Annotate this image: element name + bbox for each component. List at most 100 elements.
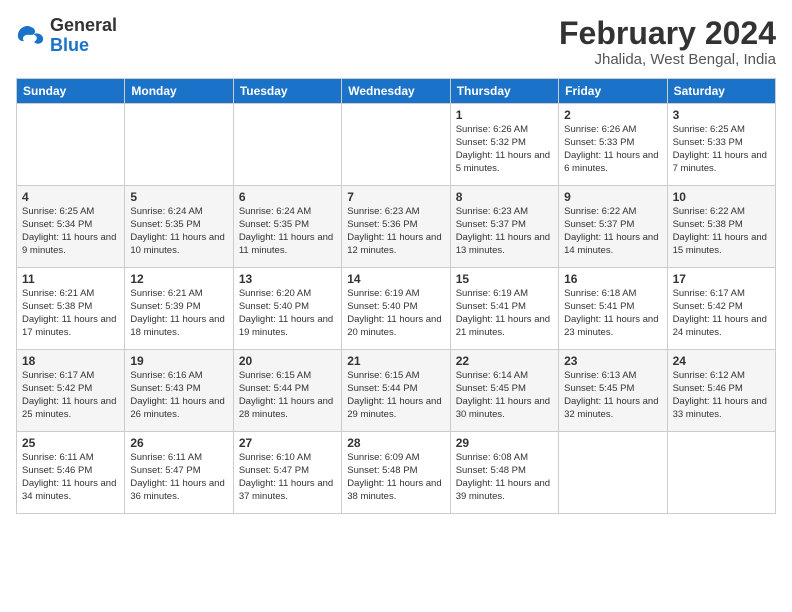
cell-week3-day2: 13 Sunrise: 6:20 AM Sunset: 5:40 PM Dayli… xyxy=(233,268,341,350)
day-number: 16 xyxy=(564,272,661,286)
cell-week1-day0 xyxy=(17,104,125,186)
weekday-header-row: Sunday Monday Tuesday Wednesday Thursday… xyxy=(17,79,776,104)
header-saturday: Saturday xyxy=(667,79,775,104)
day-info: Sunrise: 6:12 AM Sunset: 5:46 PM Dayligh… xyxy=(673,370,770,421)
header-thursday: Thursday xyxy=(450,79,558,104)
day-info: Sunrise: 6:24 AM Sunset: 5:35 PM Dayligh… xyxy=(239,206,336,257)
cell-week4-day1: 19 Sunrise: 6:16 AM Sunset: 5:43 PM Dayli… xyxy=(125,350,233,432)
day-info: Sunrise: 6:22 AM Sunset: 5:37 PM Dayligh… xyxy=(564,206,661,257)
day-info: Sunrise: 6:16 AM Sunset: 5:43 PM Dayligh… xyxy=(130,370,227,421)
day-info: Sunrise: 6:23 AM Sunset: 5:36 PM Dayligh… xyxy=(347,206,444,257)
cell-week3-day5: 16 Sunrise: 6:18 AM Sunset: 5:41 PM Dayli… xyxy=(559,268,667,350)
day-number: 11 xyxy=(22,272,119,286)
cell-week1-day3 xyxy=(342,104,450,186)
logo: General Blue xyxy=(16,16,117,56)
day-info: Sunrise: 6:11 AM Sunset: 5:46 PM Dayligh… xyxy=(22,452,119,503)
day-info: Sunrise: 6:17 AM Sunset: 5:42 PM Dayligh… xyxy=(22,370,119,421)
day-number: 10 xyxy=(673,190,770,204)
cell-week2-day4: 8Sunrise: 6:23 AM Sunset: 5:37 PM Daylig… xyxy=(450,186,558,268)
main-title: February 2024 xyxy=(559,16,776,51)
day-info: Sunrise: 6:08 AM Sunset: 5:48 PM Dayligh… xyxy=(456,452,553,503)
day-number: 26 xyxy=(130,436,227,450)
page-container: General Blue February 2024 Jhalida, West… xyxy=(0,0,792,524)
cell-week1-day1 xyxy=(125,104,233,186)
week-row-5: 25Sunrise: 6:11 AM Sunset: 5:46 PM Dayli… xyxy=(17,432,776,514)
header-tuesday: Tuesday xyxy=(233,79,341,104)
cell-week2-day2: 6 Sunrise: 6:24 AM Sunset: 5:35 PM Daylig… xyxy=(233,186,341,268)
cell-week5-day3: 28 Sunrise: 6:09 AM Sunset: 5:48 PM Dayli… xyxy=(342,432,450,514)
day-info: Sunrise: 6:09 AM Sunset: 5:48 PM Dayligh… xyxy=(347,452,444,503)
header-monday: Monday xyxy=(125,79,233,104)
cell-week1-day4: 1 Sunrise: 6:26 AM Sunset: 5:32 PM Daylig… xyxy=(450,104,558,186)
day-number: 20 xyxy=(239,354,336,368)
day-info: Sunrise: 6:22 AM Sunset: 5:38 PM Dayligh… xyxy=(673,206,770,257)
day-info: Sunrise: 6:26 AM Sunset: 5:32 PM Dayligh… xyxy=(456,124,553,175)
day-number: 3 xyxy=(673,108,770,122)
cell-week5-day4: 29 Sunrise: 6:08 AM Sunset: 5:48 PM Dayli… xyxy=(450,432,558,514)
day-number: 22 xyxy=(456,354,553,368)
day-number: 28 xyxy=(347,436,444,450)
subtitle: Jhalida, West Bengal, India xyxy=(559,51,776,68)
cell-week4-day4: 22 Sunrise: 6:14 AM Sunset: 5:45 PM Dayli… xyxy=(450,350,558,432)
logo-text-blue: Blue xyxy=(50,36,117,56)
cell-week3-day0: 11 Sunrise: 6:21 AM Sunset: 5:38 PM Dayli… xyxy=(17,268,125,350)
day-info: Sunrise: 6:20 AM Sunset: 5:40 PM Dayligh… xyxy=(239,288,336,339)
day-info: Sunrise: 6:14 AM Sunset: 5:45 PM Dayligh… xyxy=(456,370,553,421)
day-info: Sunrise: 6:10 AM Sunset: 5:47 PM Dayligh… xyxy=(239,452,336,503)
logo-text-general: General xyxy=(50,16,117,36)
day-number: 21 xyxy=(347,354,444,368)
cell-week4-day2: 20 Sunrise: 6:15 AM Sunset: 5:44 PM Dayli… xyxy=(233,350,341,432)
day-number: 19 xyxy=(130,354,227,368)
header-wednesday: Wednesday xyxy=(342,79,450,104)
week-row-4: 18 Sunrise: 6:17 AM Sunset: 5:42 PM Dayli… xyxy=(17,350,776,432)
day-number: 15 xyxy=(456,272,553,286)
day-number: 6 xyxy=(239,190,336,204)
day-info: Sunrise: 6:25 AM Sunset: 5:34 PM Dayligh… xyxy=(22,206,119,257)
day-info: Sunrise: 6:25 AM Sunset: 5:33 PM Dayligh… xyxy=(673,124,770,175)
cell-week2-day1: 5Sunrise: 6:24 AM Sunset: 5:35 PM Daylig… xyxy=(125,186,233,268)
day-number: 12 xyxy=(130,272,227,286)
cell-week2-day0: 4 Sunrise: 6:25 AM Sunset: 5:34 PM Daylig… xyxy=(17,186,125,268)
day-info: Sunrise: 6:19 AM Sunset: 5:40 PM Dayligh… xyxy=(347,288,444,339)
cell-week5-day1: 26 Sunrise: 6:11 AM Sunset: 5:47 PM Dayli… xyxy=(125,432,233,514)
logo-icon xyxy=(16,22,46,50)
day-number: 5 xyxy=(130,190,227,204)
day-info: Sunrise: 6:15 AM Sunset: 5:44 PM Dayligh… xyxy=(239,370,336,421)
cell-week3-day3: 14 Sunrise: 6:19 AM Sunset: 5:40 PM Dayli… xyxy=(342,268,450,350)
cell-week4-day6: 24 Sunrise: 6:12 AM Sunset: 5:46 PM Dayli… xyxy=(667,350,775,432)
day-info: Sunrise: 6:11 AM Sunset: 5:47 PM Dayligh… xyxy=(130,452,227,503)
day-number: 24 xyxy=(673,354,770,368)
cell-week5-day6 xyxy=(667,432,775,514)
header-friday: Friday xyxy=(559,79,667,104)
day-number: 14 xyxy=(347,272,444,286)
cell-week1-day2 xyxy=(233,104,341,186)
day-info: Sunrise: 6:19 AM Sunset: 5:41 PM Dayligh… xyxy=(456,288,553,339)
cell-week2-day5: 9Sunrise: 6:22 AM Sunset: 5:37 PM Daylig… xyxy=(559,186,667,268)
header: General Blue February 2024 Jhalida, West… xyxy=(16,16,776,68)
day-number: 29 xyxy=(456,436,553,450)
day-info: Sunrise: 6:21 AM Sunset: 5:39 PM Dayligh… xyxy=(130,288,227,339)
cell-week5-day2: 27 Sunrise: 6:10 AM Sunset: 5:47 PM Dayli… xyxy=(233,432,341,514)
cell-week1-day6: 3 Sunrise: 6:25 AM Sunset: 5:33 PM Daylig… xyxy=(667,104,775,186)
cell-week1-day5: 2 Sunrise: 6:26 AM Sunset: 5:33 PM Daylig… xyxy=(559,104,667,186)
day-info: Sunrise: 6:15 AM Sunset: 5:44 PM Dayligh… xyxy=(347,370,444,421)
week-row-2: 4 Sunrise: 6:25 AM Sunset: 5:34 PM Daylig… xyxy=(17,186,776,268)
day-info: Sunrise: 6:26 AM Sunset: 5:33 PM Dayligh… xyxy=(564,124,661,175)
cell-week3-day1: 12 Sunrise: 6:21 AM Sunset: 5:39 PM Dayli… xyxy=(125,268,233,350)
day-number: 8 xyxy=(456,190,553,204)
title-block: February 2024 Jhalida, West Bengal, Indi… xyxy=(559,16,776,68)
day-number: 18 xyxy=(22,354,119,368)
day-number: 1 xyxy=(456,108,553,122)
day-info: Sunrise: 6:21 AM Sunset: 5:38 PM Dayligh… xyxy=(22,288,119,339)
day-number: 27 xyxy=(239,436,336,450)
day-number: 2 xyxy=(564,108,661,122)
day-info: Sunrise: 6:18 AM Sunset: 5:41 PM Dayligh… xyxy=(564,288,661,339)
day-number: 4 xyxy=(22,190,119,204)
cell-week4-day0: 18 Sunrise: 6:17 AM Sunset: 5:42 PM Dayli… xyxy=(17,350,125,432)
cell-week2-day3: 7Sunrise: 6:23 AM Sunset: 5:36 PM Daylig… xyxy=(342,186,450,268)
header-sunday: Sunday xyxy=(17,79,125,104)
week-row-3: 11 Sunrise: 6:21 AM Sunset: 5:38 PM Dayli… xyxy=(17,268,776,350)
day-number: 13 xyxy=(239,272,336,286)
day-info: Sunrise: 6:13 AM Sunset: 5:45 PM Dayligh… xyxy=(564,370,661,421)
cell-week4-day3: 21 Sunrise: 6:15 AM Sunset: 5:44 PM Dayli… xyxy=(342,350,450,432)
